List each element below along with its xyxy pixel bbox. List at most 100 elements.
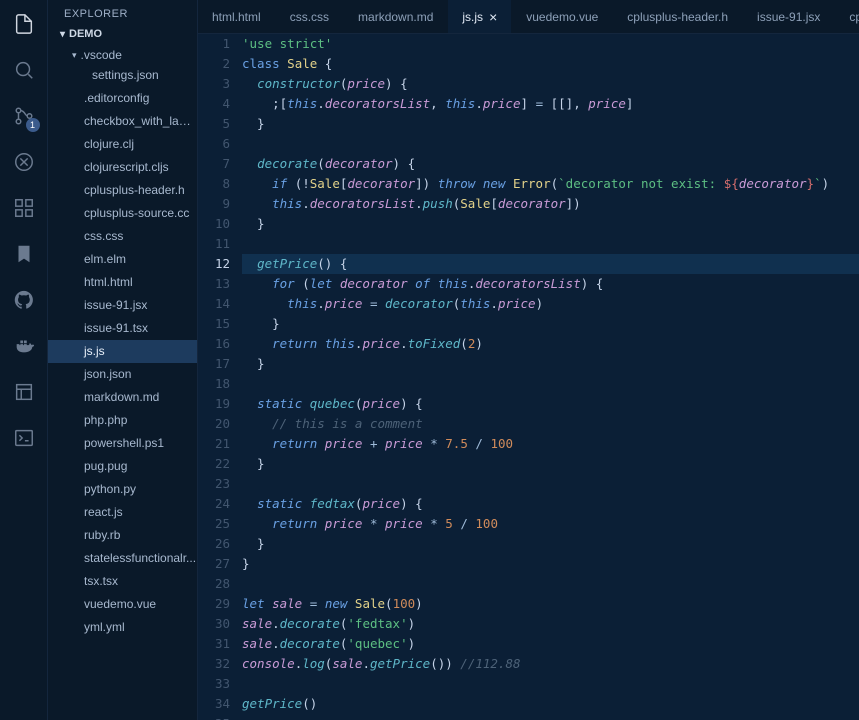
code-line[interactable]: static quebec(price) { <box>242 394 859 414</box>
code-line[interactable]: if (!Sale[decorator]) throw new Error(`d… <box>242 174 859 194</box>
code-line[interactable]: constructor(price) { <box>242 74 859 94</box>
file-item[interactable]: json.json <box>48 363 197 386</box>
editor-tab[interactable]: vuedemo.vue <box>512 0 613 33</box>
file-item[interactable]: yml.yml <box>48 616 197 639</box>
file-item[interactable]: elm.elm <box>48 248 197 271</box>
line-number[interactable]: 29 <box>198 594 230 614</box>
line-number[interactable]: 28 <box>198 574 230 594</box>
project-icon[interactable] <box>10 378 38 406</box>
file-item[interactable]: ruby.rb <box>48 524 197 547</box>
line-number[interactable]: 18 <box>198 374 230 394</box>
file-item[interactable]: cplusplus-header.h <box>48 179 197 202</box>
line-number[interactable]: 19 <box>198 394 230 414</box>
debug-icon[interactable] <box>10 148 38 176</box>
code-line[interactable]: getPrice() <box>242 694 859 714</box>
terminal-icon[interactable] <box>10 424 38 452</box>
line-number[interactable]: 27 <box>198 554 230 574</box>
code-line[interactable]: static fedtax(price) { <box>242 494 859 514</box>
editor-tab[interactable]: markdown.md <box>344 0 448 33</box>
line-number[interactable]: 1 <box>198 34 230 54</box>
code-line[interactable]: this.price = decorator(this.price) <box>242 294 859 314</box>
line-number[interactable]: 22 <box>198 454 230 474</box>
file-item[interactable]: clojurescript.cljs <box>48 156 197 179</box>
line-number[interactable]: 25 <box>198 514 230 534</box>
file-item[interactable]: php.php <box>48 409 197 432</box>
line-number[interactable]: 7 <box>198 154 230 174</box>
code-line[interactable]: decorate(decorator) { <box>242 154 859 174</box>
line-number[interactable]: 30 <box>198 614 230 634</box>
code-line[interactable]: return this.price.toFixed(2) <box>242 334 859 354</box>
line-number[interactable]: 31 <box>198 634 230 654</box>
file-item[interactable]: clojure.clj <box>48 133 197 156</box>
editor-tab[interactable]: issue-91.jsx <box>743 0 835 33</box>
file-item[interactable]: react.js <box>48 501 197 524</box>
editor-tab[interactable]: css.css <box>276 0 344 33</box>
code-line[interactable] <box>242 574 859 594</box>
sub-folder[interactable]: .vscode <box>48 46 197 64</box>
code-line[interactable]: return price + price * 7.5 / 100 <box>242 434 859 454</box>
line-number[interactable]: 9 <box>198 194 230 214</box>
code-line[interactable]: this.decoratorsList.push(Sale[decorator]… <box>242 194 859 214</box>
file-item[interactable]: python.py <box>48 478 197 501</box>
code-line[interactable] <box>242 674 859 694</box>
line-number[interactable]: 12 <box>198 254 230 274</box>
line-number[interactable]: 16 <box>198 334 230 354</box>
line-number[interactable]: 23 <box>198 474 230 494</box>
code-line[interactable]: } <box>242 454 859 474</box>
line-number[interactable]: 33 <box>198 674 230 694</box>
file-item[interactable]: powershell.ps1 <box>48 432 197 455</box>
code-line[interactable]: class Sale { <box>242 54 859 74</box>
root-folder[interactable]: DEMO <box>48 24 197 46</box>
line-number[interactable]: 24 <box>198 494 230 514</box>
file-item[interactable]: vuedemo.vue <box>48 593 197 616</box>
line-number[interactable]: 34 <box>198 694 230 714</box>
github-icon[interactable] <box>10 286 38 314</box>
line-number[interactable]: 13 <box>198 274 230 294</box>
file-item[interactable]: js.js <box>48 340 197 363</box>
code-line[interactable]: sale.decorate('fedtax') <box>242 614 859 634</box>
code-line[interactable]: getPrice() { <box>242 254 859 274</box>
docker-icon[interactable] <box>10 332 38 360</box>
files-icon[interactable] <box>10 10 38 38</box>
code-line[interactable]: sale.decorate('quebec') <box>242 634 859 654</box>
file-item[interactable]: statelessfunctionalr... <box>48 547 197 570</box>
code-line[interactable]: } <box>242 114 859 134</box>
file-item[interactable]: markdown.md <box>48 386 197 409</box>
line-number[interactable]: 14 <box>198 294 230 314</box>
line-number[interactable]: 26 <box>198 534 230 554</box>
file-item[interactable]: css.css <box>48 225 197 248</box>
code-line[interactable] <box>242 374 859 394</box>
file-item[interactable]: pug.pug <box>48 455 197 478</box>
line-number[interactable]: 15 <box>198 314 230 334</box>
line-number[interactable]: 6 <box>198 134 230 154</box>
line-number[interactable]: 5 <box>198 114 230 134</box>
file-item[interactable]: html.html <box>48 271 197 294</box>
line-number[interactable]: 21 <box>198 434 230 454</box>
file-item[interactable]: tsx.tsx <box>48 570 197 593</box>
file-item[interactable]: issue-91.jsx <box>48 294 197 317</box>
line-number[interactable]: 3 <box>198 74 230 94</box>
line-number[interactable]: 20 <box>198 414 230 434</box>
code-line[interactable] <box>242 234 859 254</box>
line-number[interactable]: 11 <box>198 234 230 254</box>
file-item[interactable]: cplusplus-source.cc <box>48 202 197 225</box>
line-number[interactable]: 35 <box>198 714 230 720</box>
editor-tab[interactable]: html.html <box>198 0 276 33</box>
search-icon[interactable] <box>10 56 38 84</box>
code-line[interactable]: 'use strict' <box>242 34 859 54</box>
bookmark-icon[interactable] <box>10 240 38 268</box>
code-line[interactable]: for (let decorator of this.decoratorsLis… <box>242 274 859 294</box>
code-line[interactable] <box>242 474 859 494</box>
line-number[interactable]: 32 <box>198 654 230 674</box>
file-item[interactable]: checkbox_with_label... <box>48 110 197 133</box>
code-line[interactable]: } <box>242 314 859 334</box>
code-line[interactable]: } <box>242 354 859 374</box>
code-line[interactable]: } <box>242 534 859 554</box>
code-line[interactable]: let sale = new Sale(100) <box>242 594 859 614</box>
file-item[interactable]: issue-91.tsx <box>48 317 197 340</box>
code-line[interactable]: // this is a comment <box>242 414 859 434</box>
code-content[interactable]: 'use strict'class Sale { constructor(pri… <box>242 34 859 720</box>
code-line[interactable]: ;[this.decoratorsList, this.price] = [[]… <box>242 94 859 114</box>
code-line[interactable]: console.log(sale.getPrice()) //112.88 <box>242 654 859 674</box>
source-control-icon[interactable]: 1 <box>10 102 38 130</box>
